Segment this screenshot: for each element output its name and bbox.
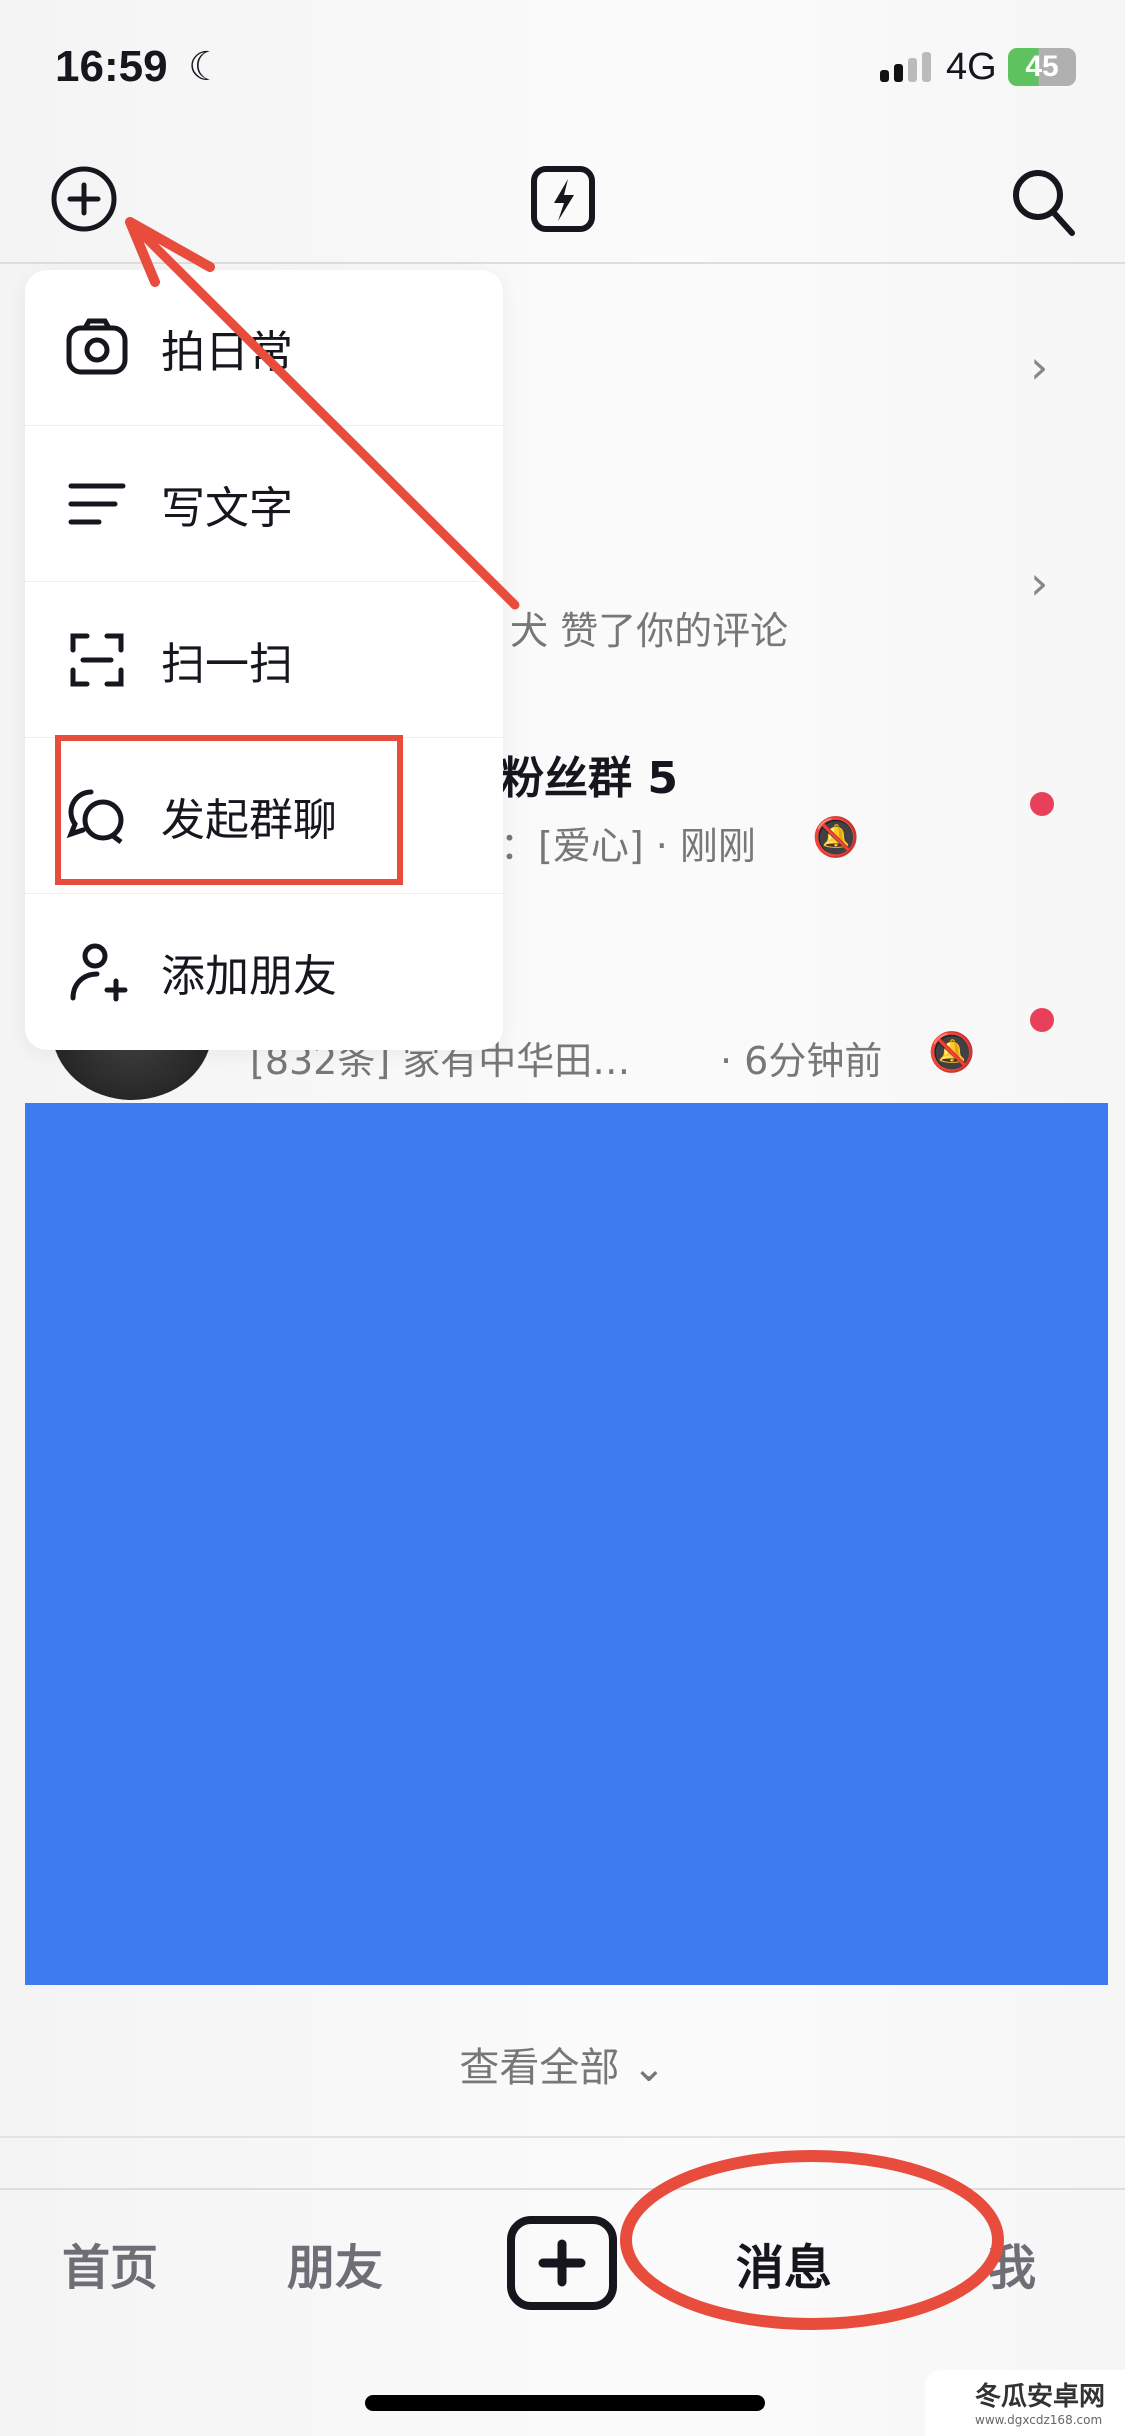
chevron-right-icon[interactable]: › xyxy=(1030,556,1048,610)
chat-time: · 6分钟前 xyxy=(720,1039,883,1083)
watermark-url: www.dgxcdz168.com xyxy=(975,2413,1103,2427)
battery-indicator: 45 xyxy=(1008,48,1076,86)
menu-item-label: 添加朋友 xyxy=(161,951,337,1002)
home-indicator xyxy=(365,2395,765,2411)
menu-item-text[interactable]: 写文字 xyxy=(25,426,503,582)
view-all-button[interactable]: 查看全部 ⌄ xyxy=(0,2035,1125,2093)
scan-icon xyxy=(70,633,124,686)
chevron-down-icon: ⌄ xyxy=(632,2045,666,2091)
menu-item-label: 拍日常 xyxy=(161,326,293,378)
text-lines-icon xyxy=(68,483,126,524)
menu-item-scan[interactable]: 扫一扫 xyxy=(25,582,503,738)
menu-item-photo[interactable]: 拍日常 xyxy=(25,270,503,426)
group-title[interactable]: 粉丝群 5 xyxy=(500,742,678,806)
add-friend-icon xyxy=(70,943,128,1002)
tab-me[interactable]: 我 xyxy=(988,2228,1036,2298)
group-subtitle: ：[爱心] · 刚刚 xyxy=(500,824,756,868)
menu-item-label: 写文字 xyxy=(161,482,293,534)
popup-menu: 拍日常 写文字 扫一扫 发起群聊 添加朋友 xyxy=(25,270,503,1050)
signal-icon xyxy=(880,52,931,82)
watermark-logo: 冬瓜安卓网 www.dgxcdz168.com xyxy=(925,2370,1125,2436)
add-circle-icon[interactable] xyxy=(50,165,118,233)
unread-dot xyxy=(1030,1008,1054,1032)
search-icon[interactable] xyxy=(1010,165,1078,237)
watermark-name: 冬瓜安卓网 xyxy=(975,2382,1106,2412)
camera-icon xyxy=(66,318,128,374)
view-all-label: 查看全部 xyxy=(459,2045,620,2091)
menu-item-label: 扫一扫 xyxy=(161,638,293,690)
moon-icon: ☾ xyxy=(188,44,224,90)
group-chat-icon xyxy=(66,789,124,844)
status-time: 16:59 xyxy=(55,42,168,91)
mute-icon: 🔕 xyxy=(928,1030,976,1074)
menu-item-add-friend[interactable]: 添加朋友 xyxy=(25,894,503,1050)
header-divider xyxy=(0,262,1125,264)
tabbar-divider xyxy=(0,2188,1125,2190)
unread-dot xyxy=(1030,792,1054,816)
notice-text: 犬 赞了你的评论 xyxy=(510,609,789,653)
tab-messages[interactable]: 消息 xyxy=(736,2228,832,2298)
redacted-block xyxy=(25,1103,1108,1985)
menu-item-label: 发起群聊 xyxy=(161,794,337,846)
chevron-right-icon[interactable]: › xyxy=(1030,340,1048,394)
network-type: 4G xyxy=(946,46,997,88)
mute-icon: 🔕 xyxy=(812,815,860,859)
create-post-button[interactable] xyxy=(507,2216,617,2310)
divider xyxy=(0,2136,1125,2138)
tab-home[interactable]: 首页 xyxy=(62,2228,158,2298)
flash-icon[interactable] xyxy=(530,165,596,233)
menu-item-group-chat[interactable]: 发起群聊 xyxy=(25,738,503,894)
tab-friends[interactable]: 朋友 xyxy=(287,2228,383,2298)
